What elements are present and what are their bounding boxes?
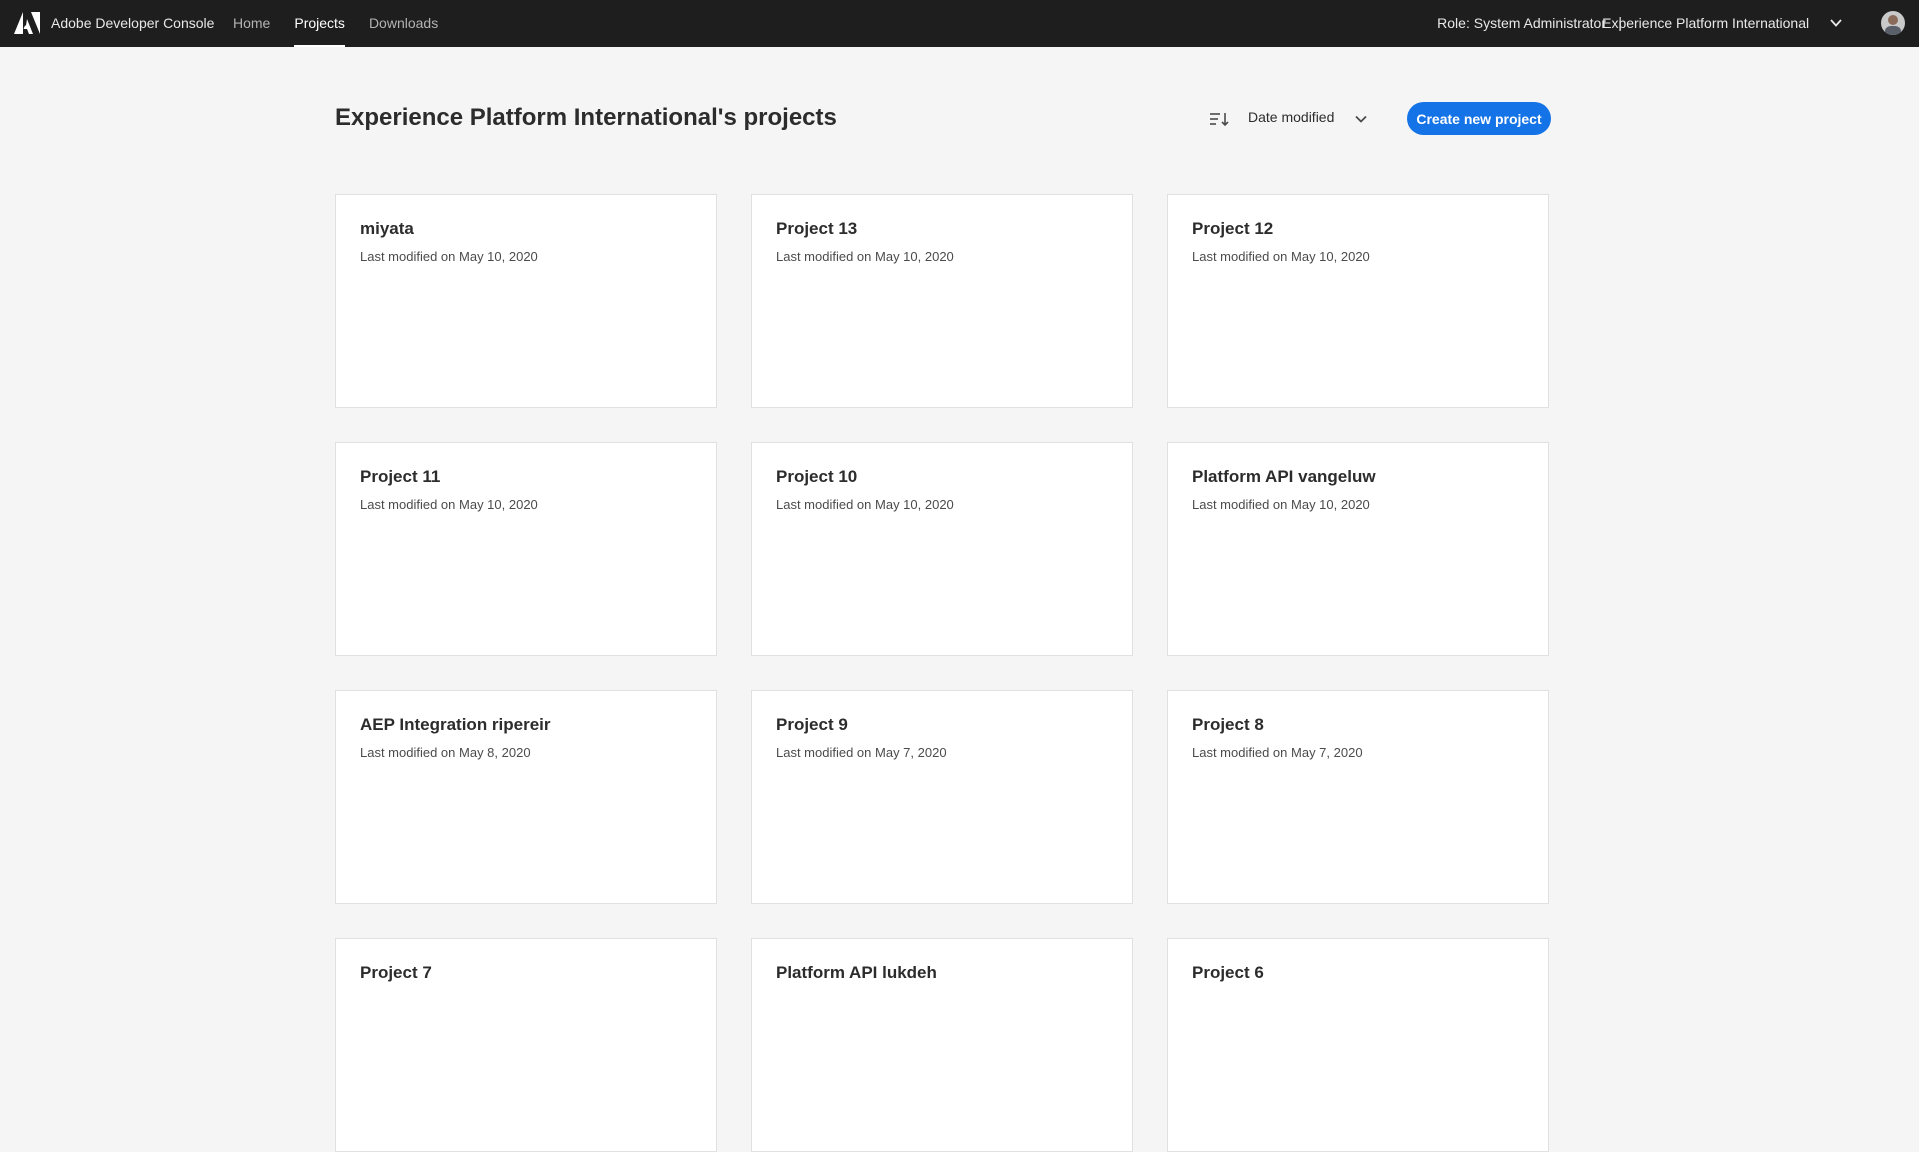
nav-downloads[interactable]: Downloads xyxy=(369,0,438,47)
create-new-project-button[interactable]: Create new project xyxy=(1407,102,1551,135)
adobe-logo-icon[interactable] xyxy=(14,12,40,34)
sort-order-icon[interactable] xyxy=(1209,111,1229,127)
chevron-down-icon[interactable] xyxy=(1354,112,1368,126)
project-modified: Last modified on May 8, 2020 xyxy=(360,745,531,760)
user-role: Role: System Administrator xyxy=(1437,15,1606,31)
project-name: miyata xyxy=(360,219,414,238)
project-name: Project 7 xyxy=(360,963,432,982)
top-navigation-bar: Adobe Developer Console Home Projects Do… xyxy=(0,0,1919,47)
project-card[interactable]: Project 13 Last modified on May 10, 2020 xyxy=(751,194,1133,408)
chevron-down-icon[interactable] xyxy=(1829,16,1843,30)
project-card[interactable]: Project 11 Last modified on May 10, 2020 xyxy=(335,442,717,656)
project-modified: Last modified on May 10, 2020 xyxy=(1192,249,1370,264)
project-name: Project 6 xyxy=(1192,963,1264,982)
project-name: Project 12 xyxy=(1192,219,1274,238)
sort-dropdown[interactable]: Date modified xyxy=(1248,109,1334,125)
project-card[interactable]: Project 12 Last modified on May 10, 2020 xyxy=(1167,194,1549,408)
project-name: Platform API vangeluw xyxy=(1192,467,1376,486)
project-name: AEP Integration ripereir xyxy=(360,715,551,734)
project-modified: Last modified on May 10, 2020 xyxy=(776,497,954,512)
project-modified: Last modified on May 10, 2020 xyxy=(360,249,538,264)
project-modified: Last modified on May 10, 2020 xyxy=(776,249,954,264)
project-card[interactable]: Platform API lukdeh xyxy=(751,938,1133,1152)
avatar-icon xyxy=(1881,11,1905,35)
project-modified: Last modified on May 7, 2020 xyxy=(1192,745,1363,760)
project-name: Project 9 xyxy=(776,715,848,734)
page-title: Experience Platform International's proj… xyxy=(335,104,837,131)
project-name: Project 13 xyxy=(776,219,858,238)
nav-home[interactable]: Home xyxy=(233,0,270,47)
project-modified: Last modified on May 10, 2020 xyxy=(360,497,538,512)
project-name: Platform API lukdeh xyxy=(776,963,937,982)
project-name: Project 11 xyxy=(360,467,441,486)
user-avatar[interactable] xyxy=(1881,11,1905,35)
project-card[interactable]: Project 7 xyxy=(335,938,717,1152)
project-card[interactable]: Project 8 Last modified on May 7, 2020 xyxy=(1167,690,1549,904)
project-name: Project 8 xyxy=(1192,715,1264,734)
project-modified: Last modified on May 7, 2020 xyxy=(776,745,947,760)
project-name: Project 10 xyxy=(776,467,858,486)
main-nav: Home Projects Downloads xyxy=(233,0,462,47)
app-title[interactable]: Adobe Developer Console xyxy=(51,15,214,31)
project-card[interactable]: Project 10 Last modified on May 10, 2020 xyxy=(751,442,1133,656)
org-switcher[interactable]: Experience Platform International xyxy=(1602,15,1841,31)
project-modified: Last modified on May 10, 2020 xyxy=(1192,497,1370,512)
project-card[interactable]: Project 6 xyxy=(1167,938,1549,1152)
nav-projects[interactable]: Projects xyxy=(294,0,345,47)
org-name: Experience Platform International xyxy=(1602,15,1810,31)
project-card[interactable]: miyata Last modified on May 10, 2020 xyxy=(335,194,717,408)
project-card[interactable]: Platform API vangeluw Last modified on M… xyxy=(1167,442,1549,656)
project-card[interactable]: Project 9 Last modified on May 7, 2020 xyxy=(751,690,1133,904)
project-card[interactable]: AEP Integration ripereir Last modified o… xyxy=(335,690,717,904)
